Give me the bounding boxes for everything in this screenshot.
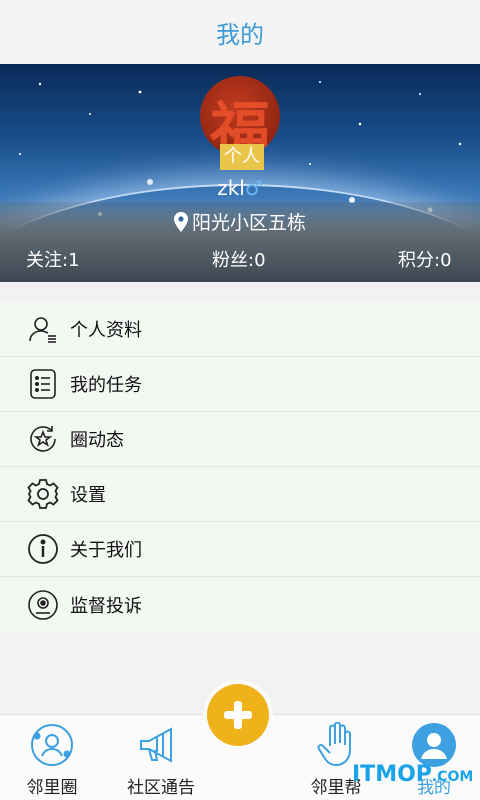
username-row: zkl♂ bbox=[0, 176, 480, 200]
megaphone-icon bbox=[137, 721, 185, 769]
star-refresh-icon bbox=[26, 422, 60, 456]
menu-item-label: 圈动态 bbox=[70, 430, 124, 451]
circle-user-icon bbox=[28, 721, 76, 769]
profile-banner: 福 个人 zkl♂ 阳光小区五栋 关注:1 粉丝:0 积分:0 bbox=[0, 64, 480, 282]
settings-menu: 个人资料 我的任务 圈动态 设置 关于我们 监督投诉 bbox=[0, 302, 480, 632]
tab-neighbor-help[interactable]: 邻里帮 bbox=[306, 715, 366, 800]
info-icon bbox=[26, 532, 60, 566]
menu-item-settings[interactable]: 设置 bbox=[0, 467, 480, 522]
gender-icon: ♂ bbox=[244, 176, 263, 200]
tab-label: 邻里圈 bbox=[26, 778, 78, 798]
location-text: 阳光小区五栋 bbox=[191, 212, 306, 234]
username: zkl bbox=[217, 176, 245, 200]
menu-item-complaints[interactable]: 监督投诉 bbox=[0, 577, 480, 632]
following-count[interactable]: 关注:1 bbox=[26, 246, 80, 272]
stats-row: 关注:1 粉丝:0 积分:0 bbox=[0, 244, 480, 272]
menu-item-label: 设置 bbox=[70, 485, 106, 506]
role-badge: 个人 bbox=[220, 144, 264, 170]
tab-label: 社区通告 bbox=[127, 778, 195, 798]
menu-item-label: 个人资料 bbox=[70, 320, 142, 341]
menu-item-about[interactable]: 关于我们 bbox=[0, 522, 480, 577]
fans-count[interactable]: 粉丝:0 bbox=[212, 246, 266, 272]
menu-item-circle-feed[interactable]: 圈动态 bbox=[0, 412, 480, 467]
watermark-suffix: .COM bbox=[431, 769, 474, 785]
menu-item-label: 关于我们 bbox=[70, 540, 142, 561]
gear-icon bbox=[26, 477, 60, 511]
camera-icon bbox=[26, 588, 60, 622]
profile-icon bbox=[26, 312, 60, 346]
title-bar: 我的 bbox=[0, 0, 480, 64]
menu-item-tasks[interactable]: 我的任务 bbox=[0, 357, 480, 412]
location-pin-icon bbox=[173, 211, 188, 232]
menu-item-label: 我的任务 bbox=[70, 375, 142, 396]
location-row: 阳光小区五栋 bbox=[0, 208, 480, 235]
points-count[interactable]: 积分:0 bbox=[398, 246, 452, 272]
menu-item-label: 监督投诉 bbox=[70, 595, 142, 617]
task-list-icon bbox=[26, 367, 60, 401]
tab-community-notice[interactable]: 社区通告 bbox=[120, 715, 202, 800]
site-watermark: ITMOP.COM bbox=[352, 762, 473, 787]
tab-mine[interactable]: 我的 bbox=[404, 715, 464, 800]
add-post-button[interactable] bbox=[207, 684, 269, 746]
page-title: 我的 bbox=[216, 20, 264, 49]
plus-icon bbox=[224, 701, 252, 729]
tab-neighborhood-circle[interactable]: 邻里圈 bbox=[22, 715, 82, 800]
menu-item-profile[interactable]: 个人资料 bbox=[0, 302, 480, 357]
watermark-text: ITMOP bbox=[352, 762, 432, 787]
